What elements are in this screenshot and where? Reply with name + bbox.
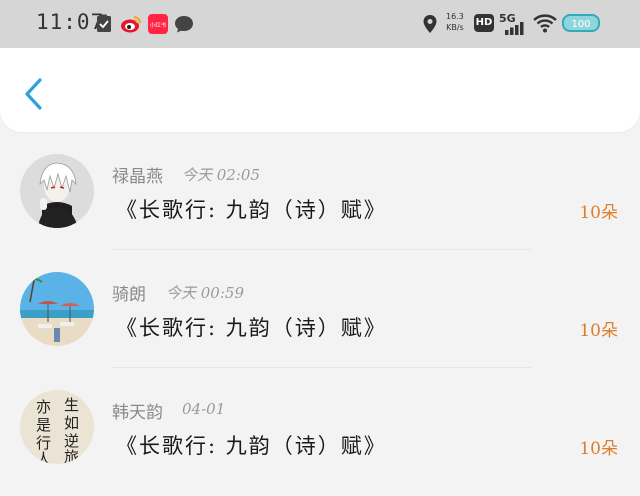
svg-text:是: 是 — [36, 416, 51, 434]
timestamp: 今天 00:59 — [166, 284, 244, 302]
work-title[interactable]: 《长歌行: 九韵（诗）赋》 — [116, 312, 387, 342]
signal-icon — [505, 20, 525, 40]
timestamp: 今天 02:05 — [182, 166, 260, 184]
calligraphy-avatar: 生 如 逆 旅 亦 是 行 人 — [20, 390, 94, 464]
sender-name: 韩天韵 — [112, 403, 163, 423]
svg-text:亦: 亦 — [36, 398, 51, 416]
anime-avatar — [20, 154, 94, 228]
avatar[interactable] — [20, 154, 94, 228]
list-item[interactable]: 生 如 逆 旅 亦 是 行 人 韩天韵 04-01 《长歌行: 九韵（诗）赋》 … — [0, 368, 640, 486]
back-button[interactable] — [20, 76, 50, 112]
network-speed-value: 16.3 — [446, 12, 464, 21]
timestamp: 04-01 — [182, 400, 226, 418]
sender-name: 骑朗 — [112, 285, 146, 305]
message-icon — [174, 14, 194, 34]
hd-badge: HD — [474, 14, 494, 32]
checklist-icon — [96, 14, 116, 34]
svg-text:生: 生 — [64, 396, 79, 414]
header — [0, 48, 640, 132]
network-speed-unit: KB/s — [446, 23, 464, 32]
battery-icon: 100 — [562, 14, 600, 32]
work-title[interactable]: 《长歌行: 九韵（诗）赋》 — [116, 194, 387, 224]
status-time: 11:07 — [36, 10, 105, 34]
list-item[interactable]: 禄晶燕 今天 02:05 《长歌行: 九韵（诗）赋》 10朵 — [0, 132, 640, 250]
weibo-icon — [120, 14, 141, 34]
svg-text:小红书: 小红书 — [150, 21, 167, 29]
location-icon — [422, 14, 442, 34]
xiaohongshu-icon: 小红书 — [148, 14, 168, 34]
avatar[interactable] — [20, 272, 94, 346]
list-item[interactable]: 骑朗 今天 00:59 《长歌行: 九韵（诗）赋》 10朵 — [0, 250, 640, 368]
beach-avatar — [20, 272, 94, 346]
status-bar: 11:07 小红书 16.3 KB/s HD 5G 100 — [0, 0, 640, 48]
svg-text:旅: 旅 — [64, 448, 79, 464]
flower-count: 10朵 — [579, 203, 618, 223]
svg-text:人: 人 — [36, 450, 51, 464]
flower-count: 10朵 — [579, 439, 618, 459]
svg-text:如: 如 — [64, 414, 79, 432]
avatar[interactable]: 生 如 逆 旅 亦 是 行 人 — [20, 390, 94, 464]
work-title[interactable]: 《长歌行: 九韵（诗）赋》 — [116, 430, 387, 460]
chevron-left-icon — [25, 78, 42, 110]
network-speed: 16.3 KB/s — [446, 11, 464, 33]
flower-count: 10朵 — [579, 321, 618, 341]
sender-name: 禄晶燕 — [112, 167, 163, 187]
wifi-icon — [533, 13, 557, 33]
